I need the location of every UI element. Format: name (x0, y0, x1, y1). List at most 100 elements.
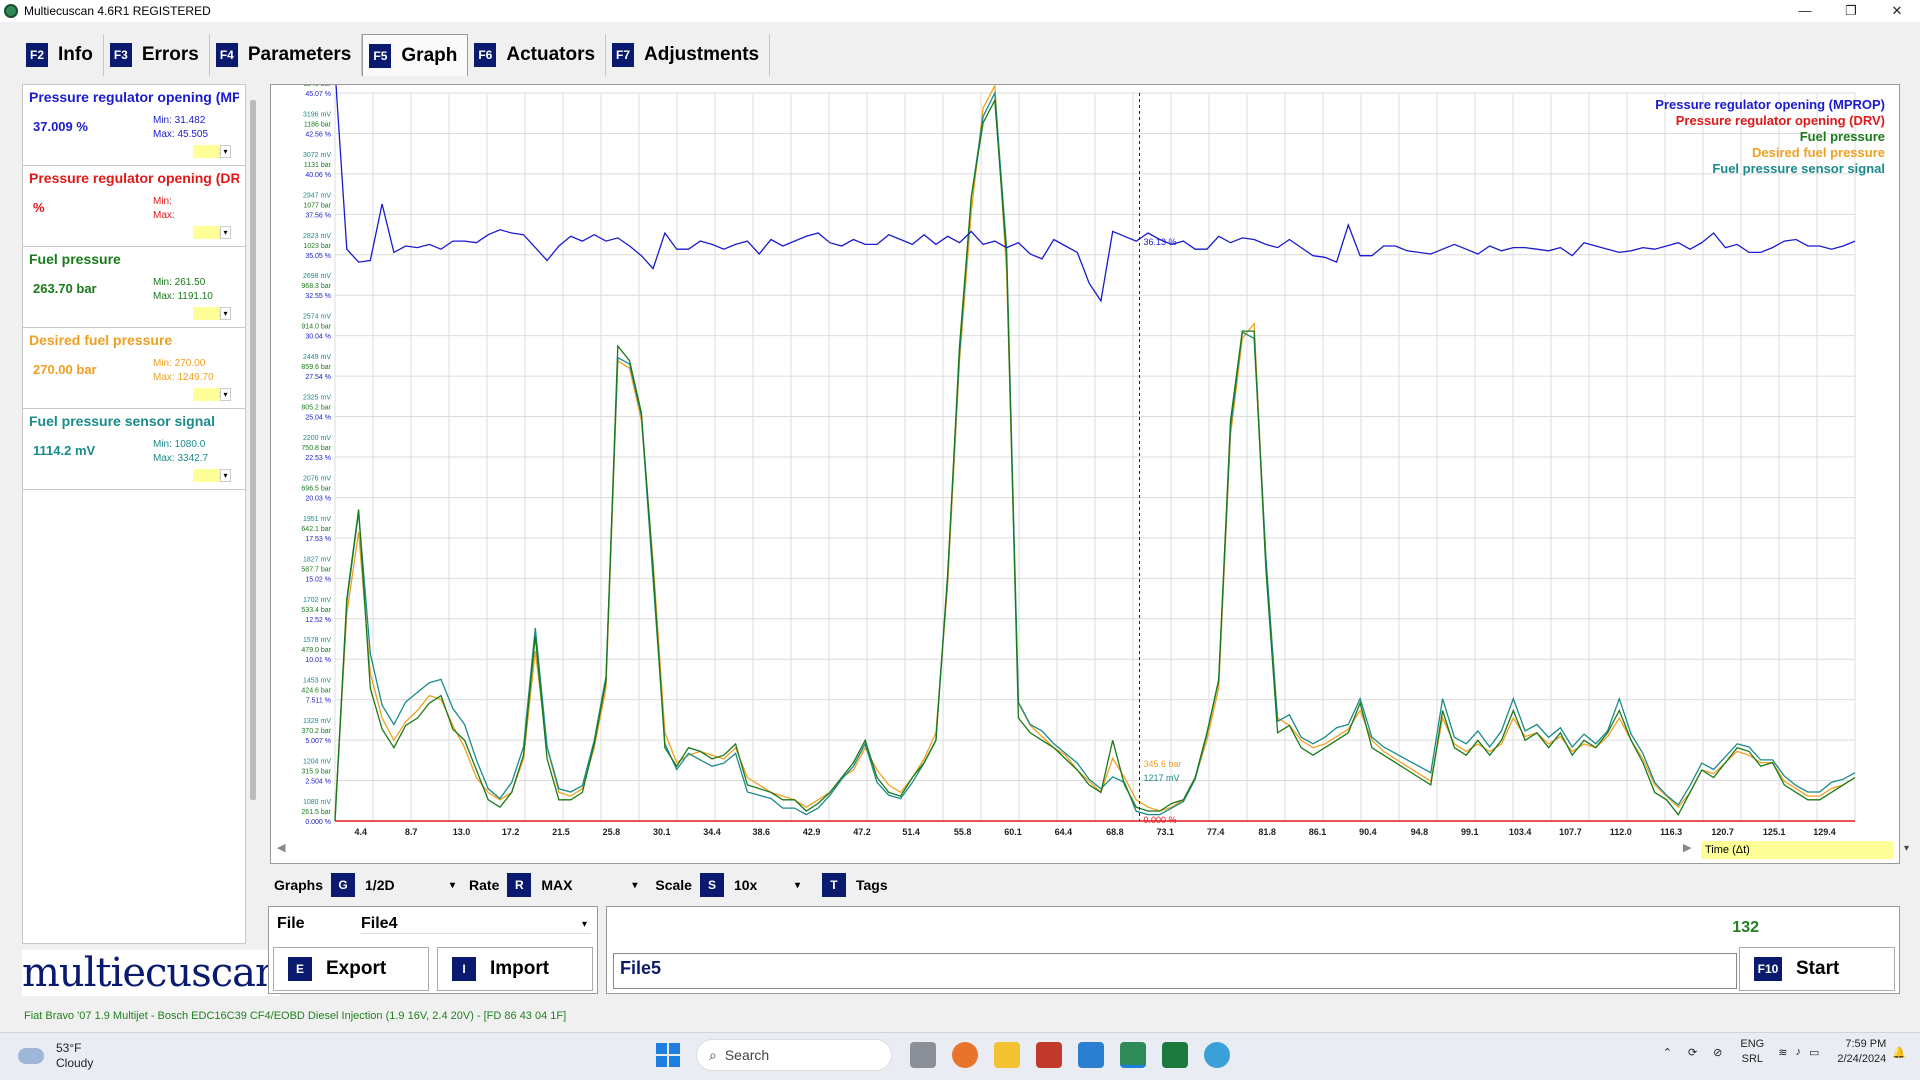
y-tick-label: 1080 mV (303, 799, 331, 806)
y-tick-label: 533.4 bar (301, 607, 331, 614)
horizontal-scrollbar[interactable]: ◀ ▶ (277, 841, 1920, 854)
rate-select[interactable]: MAX ▾ (541, 877, 637, 893)
language-indicator[interactable]: ENG SRL (1740, 1037, 1764, 1067)
param-value: 37.009 % (33, 119, 88, 134)
x-tick-label: 77.4 (1207, 827, 1225, 835)
tab-adjustments[interactable]: F7 Adjustments (606, 34, 771, 76)
chevron-down-icon: ▾ (220, 307, 231, 320)
filename-field[interactable]: File5 (613, 953, 1737, 989)
start-menu-icon[interactable] (656, 1043, 680, 1067)
multiecuscan-logo: multiecuscan (22, 950, 281, 996)
wifi-icon[interactable]: ≋ (1778, 1046, 1787, 1059)
param-graph-select[interactable]: 1▾ (193, 388, 231, 401)
network-off-icon[interactable]: ⊘ (1713, 1046, 1722, 1059)
excel-icon[interactable] (1162, 1042, 1188, 1068)
task-view-icon[interactable] (910, 1042, 936, 1068)
close-button[interactable]: ✕ (1874, 0, 1920, 22)
y-tick-label: 2947 mV (303, 192, 331, 199)
chevron-down-icon: ▾ (220, 469, 231, 482)
param-value: 1114.2 mV (33, 443, 96, 458)
import-button[interactable]: I Import (437, 947, 593, 991)
y-tick-label: 27.54 % (305, 374, 331, 381)
weather-widget[interactable]: 53°F Cloudy (18, 1041, 93, 1071)
volume-icon[interactable]: ♪ (1795, 1046, 1801, 1058)
tags-label[interactable]: Tags (856, 877, 888, 893)
x-tick-label: 107.7 (1559, 827, 1582, 835)
time-axis-select[interactable]: Time (Δt) ▾ (1701, 841, 1909, 859)
tab-parameters[interactable]: F4 Parameters (210, 34, 363, 76)
tab-errors[interactable]: F3 Errors (104, 34, 210, 76)
y-tick-label: 32.55 % (305, 293, 331, 300)
chevron-down-icon[interactable]: ▾ (582, 919, 587, 930)
winrar-icon[interactable] (1036, 1042, 1062, 1068)
scroll-right-arrow[interactable]: ▶ (1683, 841, 1691, 854)
param-max: Max: 45.505 (153, 129, 209, 140)
tab-actuators[interactable]: F6 Actuators (468, 34, 607, 76)
x-tick-label: 94.8 (1411, 827, 1429, 835)
taskbar-search[interactable]: ⌕ Search (696, 1039, 892, 1071)
file-select[interactable]: File4 (361, 915, 591, 934)
panel-scrollbar[interactable] (250, 100, 256, 800)
file-explorer-icon[interactable] (994, 1042, 1020, 1068)
y-tick-label: 424.6 bar (301, 688, 331, 695)
store-icon[interactable] (1078, 1042, 1104, 1068)
y-tick-label: 370.2 bar (301, 728, 331, 735)
y-tick-label: 22.53 % (305, 455, 331, 462)
y-tick-label: 45.07 % (305, 91, 331, 98)
tab-graph[interactable]: F5 Graph (362, 34, 469, 76)
minimize-button[interactable]: — (1782, 0, 1828, 22)
maximize-button[interactable]: ❐ (1828, 0, 1874, 22)
parameter-item[interactable]: Desired fuel pressure 270.00 bar Min: 270.… (23, 328, 245, 409)
multiecuscan-taskbar-icon[interactable] (1120, 1042, 1146, 1068)
parameter-item[interactable]: Fuel pressure 263.70 bar Min: 261.50 Max: 1… (23, 247, 245, 328)
battery-icon[interactable]: ▭ (1809, 1046, 1819, 1059)
chevron-down-icon: ▾ (220, 226, 231, 239)
clock[interactable]: 7:59 PM 2/24/2024 (1837, 1037, 1886, 1067)
log-panel: 132 File5 F10 Start (606, 906, 1900, 994)
y-tick-label: 37.56 % (305, 212, 331, 219)
firefox-icon[interactable] (952, 1042, 978, 1068)
param-value: 270.00 bar (33, 362, 97, 377)
start-button[interactable]: F10 Start (1739, 947, 1895, 991)
parameter-item[interactable]: Pressure regulator opening (DRV)% Min: Max… (23, 166, 245, 247)
y-tick-label: 2200 mV (303, 435, 331, 442)
parameter-item[interactable]: Pressure regulator opening (MPROP) 37.009… (23, 85, 245, 166)
graph-chart[interactable]: 1240 bar 45.07 % 3196 mV 1186 bar 42.56 % 307… (271, 85, 1899, 835)
key-badge: F6 (474, 43, 497, 67)
param-graph-select[interactable]: 1▾ (193, 145, 231, 158)
param-name: Fuel pressure (29, 251, 121, 267)
param-min: Min: 1080.0 (153, 439, 206, 450)
x-tick-label: 125.1 (1763, 827, 1786, 835)
param-graph-select[interactable]: 1▾ (193, 307, 231, 320)
y-tick-label: 750.8 bar (301, 445, 331, 452)
x-tick-label: 90.4 (1359, 827, 1377, 835)
param-graph-select[interactable]: 1▾ (193, 226, 231, 239)
graphs-select[interactable]: 1/2D ▾ (365, 877, 455, 893)
key-badge: F3 (109, 43, 132, 67)
app-icon (4, 4, 18, 18)
sample-count: 132 (1732, 919, 1759, 936)
x-tick-label: 73.1 (1156, 827, 1174, 835)
scroll-left-arrow[interactable]: ◀ (277, 842, 285, 854)
param-value: % (33, 200, 45, 215)
y-tick-label: 1186 bar (304, 121, 332, 128)
tab-info[interactable]: F2 Info (20, 34, 104, 76)
sync-icon[interactable]: ⟳ (1688, 1046, 1697, 1059)
notification-bell-icon[interactable]: 🔔 (1892, 1046, 1906, 1059)
clock-time: 7:59 PM (1845, 1038, 1887, 1050)
rate-value: MAX (541, 877, 573, 893)
x-tick-label: 51.4 (902, 827, 920, 835)
param-graph-select[interactable]: 1▾ (193, 469, 231, 482)
legend-entry: Desired fuel pressure (1752, 145, 1885, 160)
x-tick-label: 64.4 (1055, 827, 1073, 835)
export-button[interactable]: E Export (273, 947, 429, 991)
chevron-down-icon: ▾ (449, 879, 456, 891)
graph-panel: 1240 bar 45.07 % 3196 mV 1186 bar 42.56 % 307… (270, 84, 1909, 864)
scale-select[interactable]: 10x ▾ (734, 877, 800, 893)
y-tick-label: 2823 mV (303, 233, 331, 240)
tags-key[interactable]: T (821, 873, 846, 897)
globe-icon[interactable] (1204, 1042, 1230, 1068)
chevron-up-icon[interactable]: ⌃ (1663, 1046, 1672, 1059)
y-tick-label: 17.53 % (305, 536, 331, 543)
parameter-item[interactable]: Fuel pressure sensor signal 1114.2 mV Min:… (23, 409, 245, 490)
